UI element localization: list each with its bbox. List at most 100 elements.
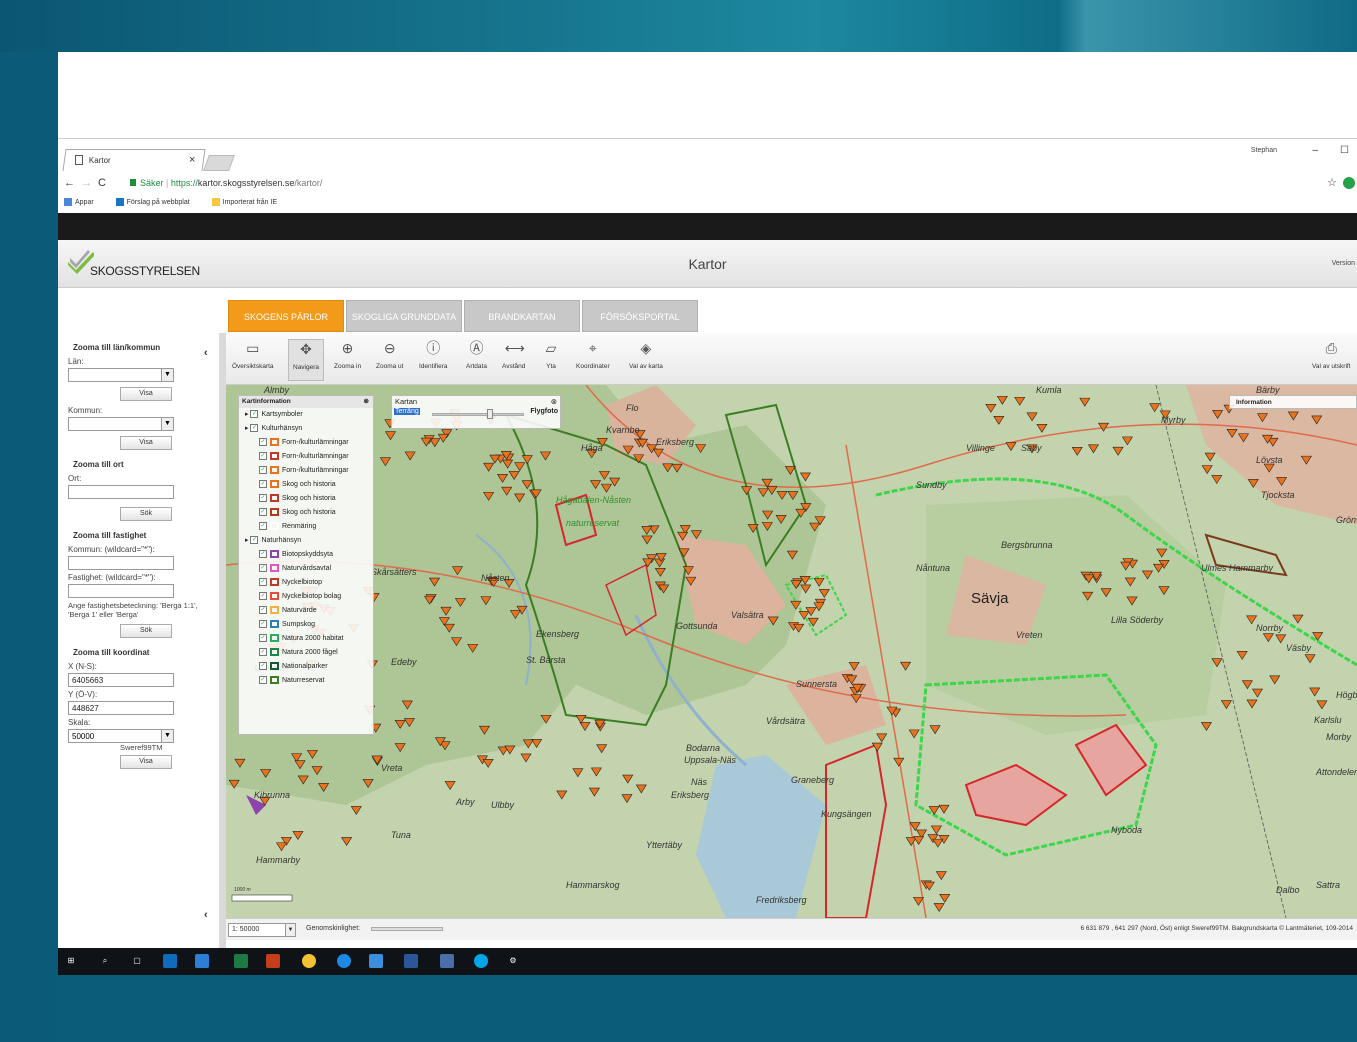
layer-item[interactable]: ✓ Nationalparker — [239, 660, 373, 674]
slider-track[interactable] — [432, 413, 524, 416]
layer-item[interactable]: ✓ Nyckelbiotop bolag — [239, 590, 373, 604]
chrome-icon[interactable] — [302, 954, 316, 968]
sok-ort-button[interactable]: Sök — [120, 507, 172, 521]
layer-checkbox[interactable]: ✓ — [259, 676, 267, 685]
reload-icon[interactable]: C — [98, 177, 112, 189]
maximize-button[interactable]: ☐ — [1340, 145, 1349, 156]
powerpoint-icon[interactable] — [266, 954, 280, 968]
file-explorer-icon[interactable] — [369, 954, 383, 968]
layer-item[interactable]: ✓ Skog och historia — [239, 478, 373, 492]
app-icon-2[interactable] — [440, 954, 454, 968]
layer-checkbox[interactable]: ✓ — [250, 424, 259, 433]
skype-icon[interactable] — [474, 954, 488, 968]
sok-fastighet-button[interactable]: Sök — [120, 624, 172, 638]
app-icon[interactable] — [195, 954, 209, 968]
layer-checkbox[interactable]: ✓ — [259, 634, 267, 643]
visa-lan-button[interactable]: Visa — [120, 387, 172, 401]
tool-avstand[interactable]: ⟷ Avstånd — [502, 339, 525, 370]
layer-item[interactable]: ✓ Natura 2000 habitat — [239, 632, 373, 646]
layer-item[interactable]: ✓ Forn-/kulturlämningar — [239, 436, 373, 450]
search-icon[interactable]: ⌕ — [98, 954, 112, 968]
excel-icon[interactable] — [234, 954, 248, 968]
kommun-select[interactable]: ▼ — [68, 417, 174, 431]
visa-koordinat-button[interactable]: Visa — [120, 755, 172, 769]
task-view-icon[interactable]: ▢ — [130, 954, 144, 968]
layer-checkbox[interactable]: ✓ — [259, 578, 267, 587]
bookmark-apps[interactable]: Appar — [64, 198, 104, 206]
tool-identifiera[interactable]: ⓘ Identifiera — [419, 339, 448, 370]
layer-checkbox[interactable]: ✓ — [259, 564, 267, 573]
layer-item[interactable]: ▸ ✓ Kartsymboler — [239, 408, 373, 422]
layer-item[interactable]: ✓ Biotopskyddsyta — [239, 548, 373, 562]
profile-name[interactable]: Stephan — [1251, 147, 1277, 154]
settings-gear-icon[interactable]: ⚙ — [506, 954, 520, 968]
bookmark-star-icon[interactable]: ☆ — [1327, 176, 1337, 189]
collapse-sidebar-icon[interactable]: ‹ — [204, 347, 208, 359]
layer-checkbox[interactable]: ✓ — [259, 662, 267, 671]
ort-input[interactable] — [68, 485, 174, 499]
new-tab-button[interactable] — [203, 155, 235, 171]
back-icon[interactable]: ← — [64, 177, 81, 189]
layer-checkbox[interactable]: ✓ — [259, 522, 267, 531]
layer-checkbox[interactable]: ✓ — [259, 438, 267, 447]
extension-icon[interactable] — [1343, 177, 1355, 189]
tool-zooma-ut[interactable]: ⊖ Zooma ut — [376, 339, 403, 370]
collapse-sidebar-bottom-icon[interactable]: ‹ — [204, 909, 208, 921]
tool-val-av-karta[interactable]: ◈ Val av karta — [629, 339, 663, 370]
browser-tab[interactable]: Kartor × — [62, 149, 206, 171]
skala-select[interactable]: 50000 ▼ — [68, 729, 174, 743]
tool-zooma-in[interactable]: ⊕ Zooma in — [334, 339, 361, 370]
layer-item[interactable]: ✓ Natura 2000 fågel — [239, 646, 373, 660]
slider-handle[interactable] — [487, 409, 493, 419]
y-input[interactable]: 448627 — [68, 701, 174, 715]
layer-item[interactable]: ▸ ✓ Naturhänsyn — [239, 534, 373, 548]
tool-navigera[interactable]: ✥ Navigera — [288, 339, 325, 381]
layer-item[interactable]: ✓ Forn-/kulturlämningar — [239, 450, 373, 464]
layer-checkbox[interactable]: ✓ — [259, 550, 267, 559]
forward-icon[interactable]: → — [81, 177, 98, 189]
layer-checkbox[interactable]: ✓ — [259, 466, 267, 475]
transparency-slider[interactable] — [371, 927, 443, 931]
layer-checkbox[interactable]: ✓ — [259, 648, 267, 657]
layer-checkbox[interactable]: ✓ — [259, 494, 267, 503]
layer-item[interactable]: ▸ ✓ Kulturhänsyn — [239, 422, 373, 436]
layer-item[interactable]: ✓ Naturreservat — [239, 674, 373, 688]
tool-val-av-utskrift[interactable]: ⎙ Val av utskrift — [1312, 339, 1351, 370]
edge-icon[interactable] — [337, 954, 351, 968]
windows-start-icon[interactable]: ⊞ — [64, 954, 78, 968]
layer-checkbox[interactable]: ✓ — [259, 606, 267, 615]
tool-koordinater[interactable]: ⌖ Koordinater — [576, 339, 610, 370]
tool-artdata[interactable]: Ⓐ Artdata — [466, 339, 487, 370]
tab-skogens-parlor[interactable]: SKOGENS PÄRLOR — [228, 300, 344, 332]
scale-select[interactable]: 1: 50000 ▼ — [228, 923, 296, 937]
outlook-icon[interactable] — [163, 954, 177, 968]
version-link[interactable]: Version — [1332, 260, 1355, 267]
layer-item[interactable]: ✓ Nyckelbiotop — [239, 576, 373, 590]
tool-oversiktskarta[interactable]: ▭ Översiktskarta — [232, 339, 274, 370]
fastighet-kommun-input[interactable] — [68, 556, 174, 570]
layer-item[interactable]: ✓ Renmäring — [239, 520, 373, 534]
layer-checkbox[interactable]: ✓ — [259, 620, 267, 629]
collapse-icon[interactable]: ⊗ — [551, 396, 557, 407]
layer-item[interactable]: ✓ Naturvårdsavtal — [239, 562, 373, 576]
basemap-slider[interactable]: Terräng Flygfoto — [392, 407, 560, 421]
layer-item[interactable]: ✓ Naturvärde — [239, 604, 373, 618]
bookmark-suggested[interactable]: Förslag på webbplat — [115, 198, 200, 206]
tool-yta[interactable]: ▱ Yta — [542, 339, 560, 370]
fastighet-input[interactable] — [68, 584, 174, 598]
lan-select[interactable]: ▼ — [68, 368, 174, 382]
tab-brandkartan[interactable]: BRANDKARTAN — [464, 300, 580, 332]
layer-item[interactable]: ✓ Forn-/kulturlämningar — [239, 464, 373, 478]
minimize-button[interactable]: – — [1312, 145, 1318, 156]
word-icon[interactable] — [404, 954, 418, 968]
collapse-icon[interactable]: ⊗ — [364, 396, 369, 408]
layer-checkbox[interactable]: ✓ — [259, 592, 267, 601]
layer-checkbox[interactable]: ✓ — [259, 452, 267, 461]
layer-checkbox[interactable]: ✓ — [259, 480, 267, 489]
map-canvas[interactable]: 1000 m Almby Flo Kvarnbo Eriksberg Håga Hågad… — [226, 385, 1357, 918]
url-field[interactable]: Säker | https://kartor.skogsstyrelsen.se… — [124, 175, 1324, 192]
layer-checkbox[interactable]: ✓ — [250, 536, 259, 545]
bookmark-imported[interactable]: Importerat från IE — [211, 198, 287, 206]
x-input[interactable]: 6405663 — [68, 673, 174, 687]
layer-item[interactable]: ✓ Skog och historia — [239, 492, 373, 506]
